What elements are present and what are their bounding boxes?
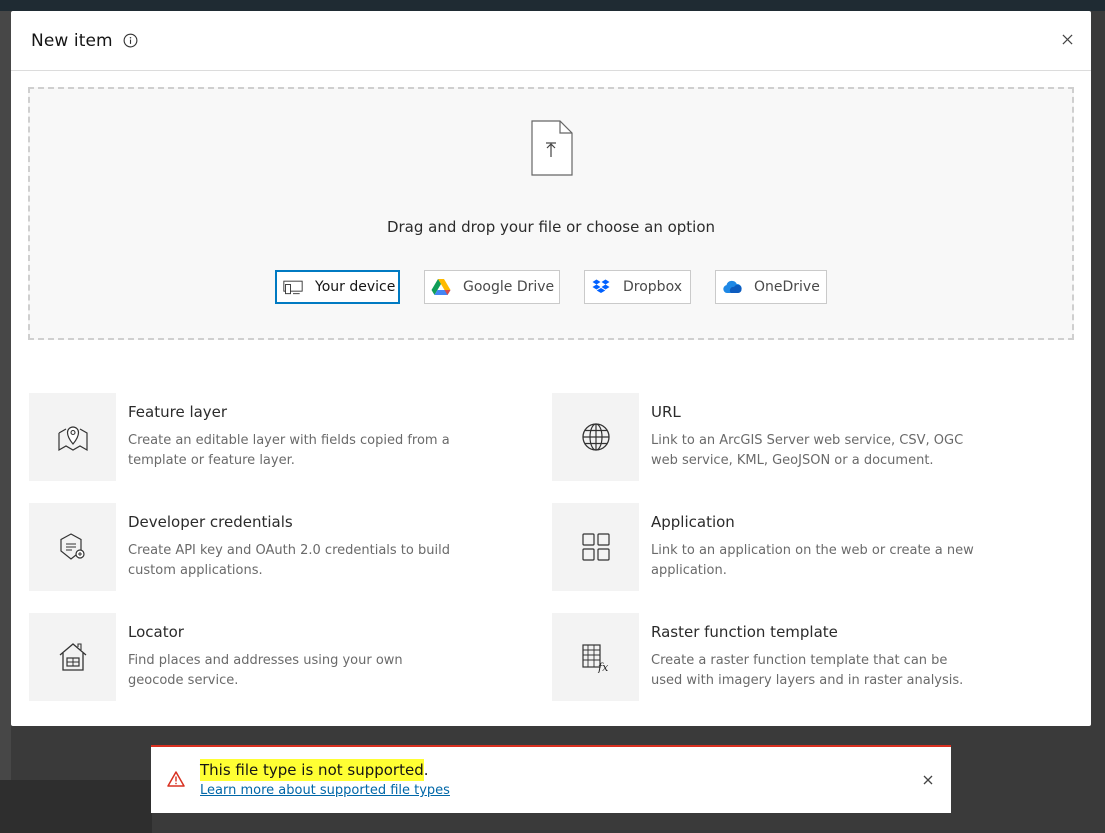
close-icon: [923, 775, 933, 785]
option-text: Locator Find places and addresses using …: [116, 613, 456, 701]
supported-file-types-link[interactable]: Learn more about supported file types: [200, 783, 450, 798]
option-title: URL: [651, 403, 681, 421]
apps-grid-icon: [581, 533, 610, 561]
option-text: URL Link to an ArcGIS Server web service…: [639, 393, 979, 481]
onedrive-button[interactable]: OneDrive: [715, 270, 827, 304]
page-backdrop-left: [0, 11, 11, 781]
page-backdrop-top: [0, 0, 1105, 11]
google-drive-button[interactable]: Google Drive: [424, 270, 560, 304]
map-pin-icon: [57, 426, 88, 452]
option-text: Feature layer Create an editable layer w…: [116, 393, 456, 481]
toast-message-period: .: [423, 761, 429, 779]
onedrive-label: OneDrive: [754, 279, 820, 295]
error-toast: This file type is not supported. Learn m…: [151, 745, 951, 813]
option-title: Locator: [128, 623, 184, 641]
option-feature-layer[interactable]: Feature layer Create an editable layer w…: [29, 393, 529, 481]
option-title: Feature layer: [128, 403, 228, 421]
option-application[interactable]: Application Link to an application on th…: [552, 503, 1052, 591]
option-raster-function-template[interactable]: fx Raster function template Create a ras…: [552, 613, 1052, 701]
dialog-header: New item: [11, 11, 1091, 71]
option-text: Raster function template Create a raster…: [639, 613, 979, 701]
option-title: Application: [651, 513, 735, 531]
option-description: Create an editable layer with fields cop…: [128, 433, 450, 468]
raster-function-icon: fx: [581, 644, 609, 673]
dropbox-button[interactable]: Dropbox: [584, 270, 691, 304]
option-text: Developer credentials Create API key and…: [116, 503, 456, 591]
option-icon-box: fx: [552, 613, 639, 701]
warning-icon: [167, 771, 185, 787]
close-icon: [1061, 33, 1073, 45]
option-locator[interactable]: Locator Find places and addresses using …: [29, 613, 529, 701]
option-icon-box: [552, 503, 639, 591]
page-backdrop-bottom: [0, 780, 152, 833]
globe-icon: [581, 423, 610, 451]
toast-message: This file type is not supported.: [200, 759, 429, 781]
option-description: Link to an application on the web or cre…: [651, 543, 974, 578]
svg-text:fx: fx: [597, 661, 609, 673]
dialog-title: New item: [31, 30, 113, 51]
file-upload-icon: [530, 120, 574, 176]
dropzone-prompt: Drag and drop your file or choose an opt…: [386, 218, 716, 236]
option-description: Find places and addresses using your own…: [128, 653, 403, 688]
option-description: Link to an ArcGIS Server web service, CS…: [651, 433, 964, 468]
toast-message-text: This file type is not supported: [200, 759, 424, 781]
dropbox-label: Dropbox: [623, 279, 682, 295]
google-drive-icon: [431, 277, 451, 297]
option-icon-box: [29, 613, 116, 701]
your-device-button[interactable]: Your device: [275, 270, 400, 304]
file-dropzone[interactable]: Drag and drop your file or choose an opt…: [28, 87, 1074, 340]
option-icon-box: [552, 393, 639, 481]
house-icon: [59, 643, 86, 671]
option-title: Developer credentials: [128, 513, 293, 531]
onedrive-icon: [722, 277, 742, 297]
new-item-dialog: New item Drag and drop your file or choo…: [11, 11, 1091, 726]
option-icon-box: [29, 393, 116, 481]
option-description: Create a raster function template that c…: [651, 653, 964, 688]
option-title: Raster function template: [651, 623, 838, 641]
option-developer-credentials[interactable]: Developer credentials Create API key and…: [29, 503, 529, 591]
option-text: Application Link to an application on th…: [639, 503, 979, 591]
toast-close-button[interactable]: [921, 773, 935, 787]
option-url[interactable]: URL Link to an ArcGIS Server web service…: [552, 393, 1052, 481]
your-device-label: Your device: [315, 279, 396, 295]
option-icon-box: [29, 503, 116, 591]
dialog-close-button[interactable]: [1059, 31, 1075, 47]
google-drive-label: Google Drive: [463, 279, 555, 295]
device-icon: [283, 277, 303, 297]
dropbox-icon: [591, 277, 611, 297]
credentials-icon: [59, 533, 85, 560]
info-icon[interactable]: [123, 33, 138, 48]
option-description: Create API key and OAuth 2.0 credentials…: [128, 543, 450, 578]
